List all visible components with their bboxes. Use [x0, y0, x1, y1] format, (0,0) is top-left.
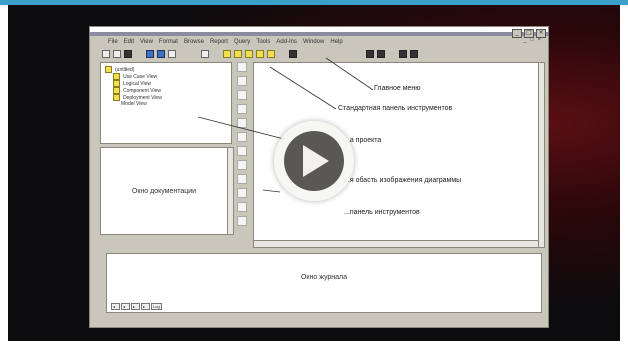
main-menu-callout-line	[325, 57, 374, 91]
video-stage: _ □ × File Edit View Format Browse Repor…	[8, 5, 620, 341]
play-button[interactable]	[274, 121, 354, 201]
toolbar-callout-line	[269, 66, 337, 110]
annotation-main-menu: Главное меню	[374, 85, 421, 92]
play-button-core	[284, 131, 344, 191]
browser-callout-line	[197, 116, 285, 140]
diagram-toolbar-callout-line	[262, 189, 281, 193]
annotation-standard-toolbar: Стандартная панель инструментов	[338, 105, 453, 112]
play-icon	[303, 145, 329, 177]
annotation-diagram-area: ...я обасть изображения диаграммы	[344, 177, 462, 184]
annotation-diagram-toolbar: ...панель инструментов	[344, 209, 420, 216]
